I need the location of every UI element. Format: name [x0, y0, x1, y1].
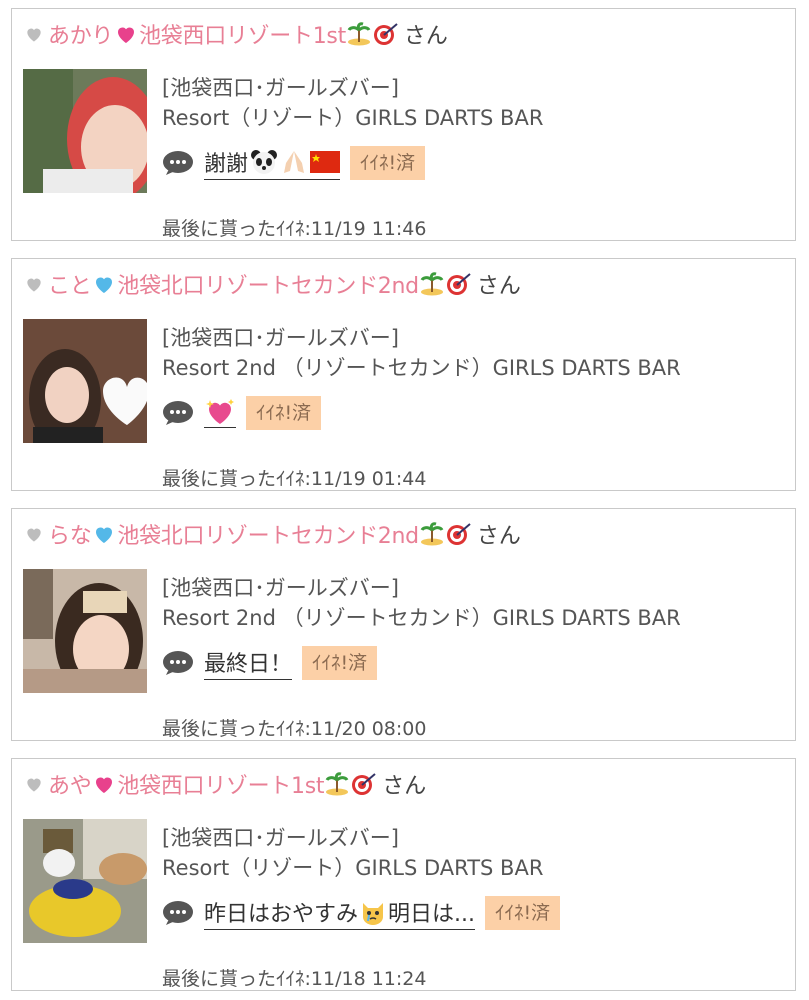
message-link[interactable] — [204, 398, 236, 428]
shop-category: [池袋西口･ガールズバー] — [162, 76, 399, 100]
cast-like-list: あかり 池袋西口リゾート1st さん [池袋西口･ガールズバー] Resort（… — [0, 0, 809, 1000]
honorific: さん — [403, 24, 448, 49]
dart-target-icon — [446, 523, 471, 545]
like-done-badge: ｲｲﾈ!済 — [485, 896, 561, 930]
cast-info: [池袋西口･ガールズバー] Resort（リゾート）GIRLS DARTS BA… — [162, 823, 782, 933]
cast-photo[interactable] — [23, 69, 147, 193]
honorific: さん — [476, 274, 521, 299]
honorific: さん — [382, 774, 427, 799]
last-like-time: 最後に貰ったｲｲﾈ:11/20 08:00 — [162, 714, 426, 741]
like-done-badge: ｲｲﾈ!済 — [246, 396, 322, 430]
dart-target-icon — [373, 23, 398, 45]
shop-name[interactable]: Resort（リゾート）GIRLS DARTS BAR — [162, 853, 782, 883]
island-icon — [420, 522, 444, 546]
cast-card[interactable]: らな 池袋北口リゾートセカンド2nd さん [池袋西口･ガールズバー] Reso… — [11, 508, 796, 741]
heart-icon[interactable] — [24, 774, 44, 794]
last-like-value: 11/18 11:24 — [310, 968, 427, 990]
blue-heart-icon — [96, 527, 113, 543]
speech-bubble-icon — [163, 651, 193, 675]
last-like-time: 最後に貰ったｲｲﾈ:11/18 11:24 — [162, 964, 426, 991]
cast-name-shop[interactable]: 池袋北口リゾートセカンド2nd — [117, 518, 419, 550]
cast-info: [池袋西口･ガールズバー] Resort 2nd （リゾートセカンド）GIRLS… — [162, 573, 782, 683]
speech-bubble-icon — [163, 901, 193, 925]
cast-photo[interactable] — [23, 819, 147, 943]
message-text-tail: 明日は... — [388, 902, 475, 927]
like-done-badge: ｲｲﾈ!済 — [350, 146, 426, 180]
crying-cat-icon — [363, 903, 384, 925]
cast-info: [池袋西口･ガールズバー] Resort（リゾート）GIRLS DARTS BA… — [162, 73, 782, 183]
cast-name-shop[interactable]: 池袋西口リゾート1st — [117, 768, 324, 800]
cast-card[interactable]: あかり 池袋西口リゾート1st さん [池袋西口･ガールズバー] Resort（… — [11, 8, 796, 241]
cast-name-shop[interactable]: 池袋北口リゾートセカンド2nd — [117, 268, 419, 300]
heart-icon[interactable] — [24, 524, 44, 544]
pink-heart-icon — [118, 27, 135, 43]
last-like-label: 最後に貰ったｲｲﾈ: — [162, 218, 311, 240]
cast-name-first[interactable]: こと — [48, 268, 92, 300]
pink-heart-icon — [96, 777, 113, 793]
speech-bubble-icon — [163, 401, 193, 425]
shop-category: [池袋西口･ガールズバー] — [162, 826, 399, 850]
island-icon — [325, 772, 349, 796]
last-like-label: 最後に貰ったｲｲﾈ: — [162, 968, 311, 990]
cast-photo[interactable] — [23, 319, 147, 443]
card-header: あかり 池袋西口リゾート1st さん — [24, 17, 448, 51]
speech-bubble-icon — [163, 151, 193, 175]
honorific: さん — [476, 524, 521, 549]
shop-category: [池袋西口･ガールズバー] — [162, 576, 399, 600]
message-text: 最終日！ — [204, 652, 293, 677]
shop-name[interactable]: Resort 2nd （リゾートセカンド）GIRLS DARTS BAR — [162, 353, 782, 383]
last-like-value: 11/20 08:00 — [310, 718, 427, 740]
last-like-time: 最後に貰ったｲｲﾈ:11/19 01:44 — [162, 464, 426, 491]
cast-card[interactable]: こと 池袋北口リゾートセカンド2nd さん [池袋西口･ガールズバー] Reso… — [11, 258, 796, 491]
shop-name[interactable]: Resort（リゾート）GIRLS DARTS BAR — [162, 103, 782, 133]
cast-name-first[interactable]: あや — [48, 768, 92, 800]
card-header: あや 池袋西口リゾート1st さん — [24, 767, 426, 801]
dart-target-icon — [446, 273, 471, 295]
last-like-label: 最後に貰ったｲｲﾈ: — [162, 468, 311, 490]
last-like-value: 11/19 01:44 — [310, 468, 427, 490]
cast-name-first[interactable]: らな — [48, 518, 92, 550]
blue-heart-icon — [96, 277, 113, 293]
message-text: 謝謝 — [204, 152, 249, 177]
cast-card[interactable]: あや 池袋西口リゾート1st さん [池袋西口･ガールズバー] Resort（リ… — [11, 758, 796, 991]
china-flag-icon — [310, 151, 341, 173]
message-row: ｲｲﾈ!済 — [162, 393, 782, 433]
shop-name[interactable]: Resort 2nd （リゾートセカンド）GIRLS DARTS BAR — [162, 603, 782, 633]
message-text: 昨日はおやすみ — [204, 902, 359, 927]
card-header: らな 池袋北口リゾートセカンド2nd さん — [24, 517, 521, 551]
like-done-badge: ｲｲﾈ!済 — [302, 646, 378, 680]
last-like-value: 11/19 11:46 — [310, 218, 427, 240]
cast-photo[interactable] — [23, 569, 147, 693]
heart-icon[interactable] — [24, 274, 44, 294]
card-header: こと 池袋北口リゾートセカンド2nd さん — [24, 267, 521, 301]
dart-target-icon — [352, 773, 376, 795]
panda-icon — [251, 150, 278, 174]
message-link[interactable]: 謝謝 — [204, 146, 341, 180]
folded-hands-icon — [284, 151, 305, 173]
shop-category: [池袋西口･ガールズバー] — [162, 326, 399, 350]
island-icon — [347, 22, 371, 46]
heart-icon[interactable] — [24, 24, 44, 44]
cast-name-shop[interactable]: 池袋西口リゾート1st — [139, 18, 346, 50]
cast-info: [池袋西口･ガールズバー] Resort 2nd （リゾートセカンド）GIRLS… — [162, 323, 782, 433]
sparkling-heart-icon — [206, 399, 234, 424]
message-row: 謝謝 ｲｲﾈ!済 — [162, 143, 782, 183]
island-icon — [420, 272, 444, 296]
last-like-label: 最後に貰ったｲｲﾈ: — [162, 718, 311, 740]
message-row: 昨日はおやすみ 明日は... ｲｲﾈ!済 — [162, 893, 782, 933]
message-link[interactable]: 最終日！ — [204, 646, 293, 680]
cast-name-first[interactable]: あかり — [48, 18, 113, 50]
message-link[interactable]: 昨日はおやすみ 明日は... — [204, 896, 475, 930]
message-row: 最終日！ ｲｲﾈ!済 — [162, 643, 782, 683]
last-like-time: 最後に貰ったｲｲﾈ:11/19 11:46 — [162, 214, 426, 241]
